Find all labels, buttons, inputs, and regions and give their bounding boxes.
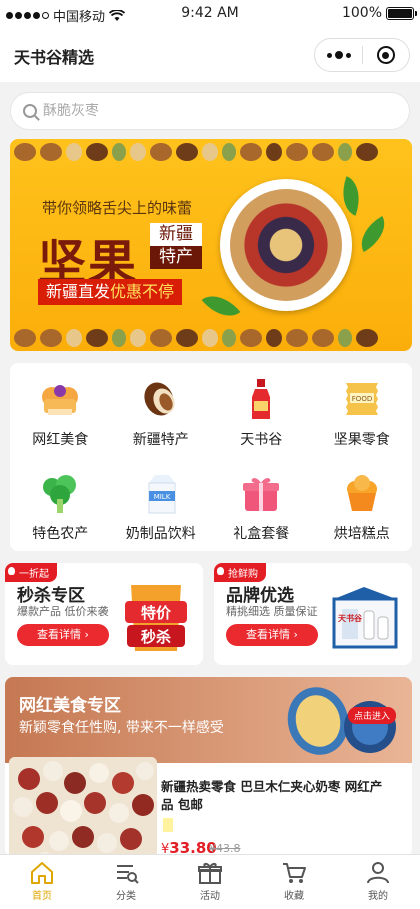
svg-text:FOOD: FOOD <box>352 395 372 403</box>
section-title: 网红美食专区 <box>19 696 121 716</box>
category-label: 天书谷 <box>240 432 283 448</box>
cupcake-icon <box>340 471 384 515</box>
leaf-decoration <box>352 215 394 253</box>
banner-tag: 新疆 特产 <box>150 223 202 269</box>
search-icon <box>23 104 37 118</box>
category-item[interactable]: 新疆特产 <box>111 363 212 457</box>
record-close-icon[interactable] <box>363 46 409 64</box>
product-tag-placeholder <box>163 818 173 832</box>
brand-select-card[interactable]: 抢鲜购 品牌优选 精挑细选 质量保证 查看详情 › 天书谷 <box>214 563 412 665</box>
promo-subtitle: 爆款产品 低价来袭 <box>17 605 109 618</box>
gift-box-icon <box>239 471 283 515</box>
section-subtitle: 新颖零食任性购, 带来不一样感受 <box>19 720 224 736</box>
banner-strip-text: 新疆直发 <box>46 282 111 301</box>
category-item[interactable]: 特色农产 <box>10 457 111 551</box>
status-right: 100% <box>341 5 417 21</box>
tab-activity[interactable]: 活动 <box>168 855 252 909</box>
promo-badge: 抢鲜购 <box>214 563 266 582</box>
banner-tag-line2: 特产 <box>159 247 193 267</box>
battery-icon <box>386 6 417 20</box>
gift-box-image: 天书谷 <box>328 581 402 655</box>
category-grid: 网红美食 新疆特产 天书谷 FOOD 坚果零食 特色农产 MILK 奶制品饮料 <box>10 363 412 551</box>
category-item[interactable]: 网红美食 <box>10 363 111 457</box>
banner-slogan: 带你领略舌尖上的味蕾 <box>42 199 193 217</box>
featured-header[interactable]: 网红美食专区 新颖零食任性购, 带来不一样感受 点击进入 <box>5 677 412 763</box>
tab-profile[interactable]: 我的 <box>336 855 420 909</box>
snack-bag-icon: FOOD <box>340 377 384 421</box>
category-label: 奶制品饮料 <box>125 526 196 542</box>
product-image[interactable] <box>9 757 157 857</box>
gift-activity-icon <box>198 862 222 884</box>
search-input[interactable] <box>43 103 363 119</box>
more-dots-icon[interactable] <box>315 51 362 59</box>
battery-percent: 100% <box>341 5 382 21</box>
banner-strip-highlight: 优惠不停 <box>110 282 175 301</box>
svg-text:MILK: MILK <box>153 493 170 501</box>
tab-label: 我的 <box>368 891 388 902</box>
view-details-button[interactable]: 查看详情 › <box>226 624 318 646</box>
category-item[interactable]: 礼盒套餐 <box>211 457 312 551</box>
category-item[interactable]: 天书谷 <box>211 363 312 457</box>
art-text: 天书谷 <box>338 613 363 623</box>
leaf-decoration <box>201 285 241 327</box>
nut-plate-image <box>220 179 352 311</box>
view-details-button[interactable]: 查看详情 › <box>17 624 109 646</box>
art-line2: 秒杀 <box>141 628 171 646</box>
category-item[interactable]: MILK 奶制品饮料 <box>111 457 212 551</box>
tab-category[interactable]: 分类 <box>84 855 168 909</box>
vegetable-icon <box>38 471 82 515</box>
navigation-bar: 天书谷精选 <box>0 28 420 82</box>
tab-label: 活动 <box>200 891 220 902</box>
nut-border-bottom <box>10 325 412 351</box>
tab-label: 收藏 <box>284 891 304 902</box>
user-icon <box>367 862 389 884</box>
promo-banner[interactable]: 带你领略舌尖上的味蕾 坚果 新疆 特产 新疆直发优惠不停 <box>10 139 412 351</box>
tab-label: 分类 <box>116 891 136 902</box>
milk-carton-icon: MILK <box>139 471 183 515</box>
button-label: 查看详情 <box>246 628 291 641</box>
nut-icon <box>139 377 183 421</box>
cart-icon <box>283 863 306 883</box>
featured-section: 网红美食专区 新颖零食任性购, 带来不一样感受 点击进入 新疆热卖零食 巴旦木仁… <box>5 677 412 857</box>
nut-border-top <box>10 139 412 165</box>
button-label: 查看详情 <box>37 628 82 641</box>
home-icon <box>31 862 53 884</box>
category-label: 烘培糕点 <box>333 526 390 542</box>
category-label: 礼盒套餐 <box>233 526 290 542</box>
search-bar[interactable] <box>10 92 410 130</box>
tab-home[interactable]: 首页 <box>0 855 84 909</box>
category-label: 新疆特产 <box>132 432 189 448</box>
category-label: 坚果零食 <box>333 432 390 448</box>
category-list-icon <box>117 865 139 884</box>
tab-bar: 首页 分类 活动 收藏 我的 <box>0 854 420 909</box>
tab-label: 首页 <box>32 891 52 902</box>
page-title: 天书谷精选 <box>14 48 95 67</box>
product-name[interactable]: 新疆热卖零食 巴旦木仁夹心奶枣 网红产品 包邮 <box>161 778 393 814</box>
category-label: 特色农产 <box>32 526 89 542</box>
category-label: 网红美食 <box>32 432 89 448</box>
promo-badge: 一折起 <box>5 563 57 582</box>
menu-capsule <box>314 38 410 72</box>
enter-button[interactable]: 点击进入 <box>347 707 396 724</box>
cake-icon <box>38 377 82 421</box>
art-line1: 特价 <box>141 604 172 622</box>
category-item[interactable]: 烘培糕点 <box>312 457 413 551</box>
bottle-icon <box>239 377 283 421</box>
flash-sale-art: 特价 秒杀 <box>119 581 193 655</box>
category-item[interactable]: FOOD 坚果零食 <box>312 363 413 457</box>
flash-sale-card[interactable]: 一折起 秒杀专区 爆款产品 低价来袭 查看详情 › 特价 秒杀 <box>5 563 203 665</box>
banner-strip: 新疆直发优惠不停 <box>38 279 183 305</box>
status-bar: 中国移动 9:42 AM 100% <box>0 0 420 28</box>
promo-subtitle: 精挑细选 质量保证 <box>226 605 318 618</box>
tab-favorites[interactable]: 收藏 <box>252 855 336 909</box>
banner-tag-line1: 新疆 <box>150 223 202 246</box>
